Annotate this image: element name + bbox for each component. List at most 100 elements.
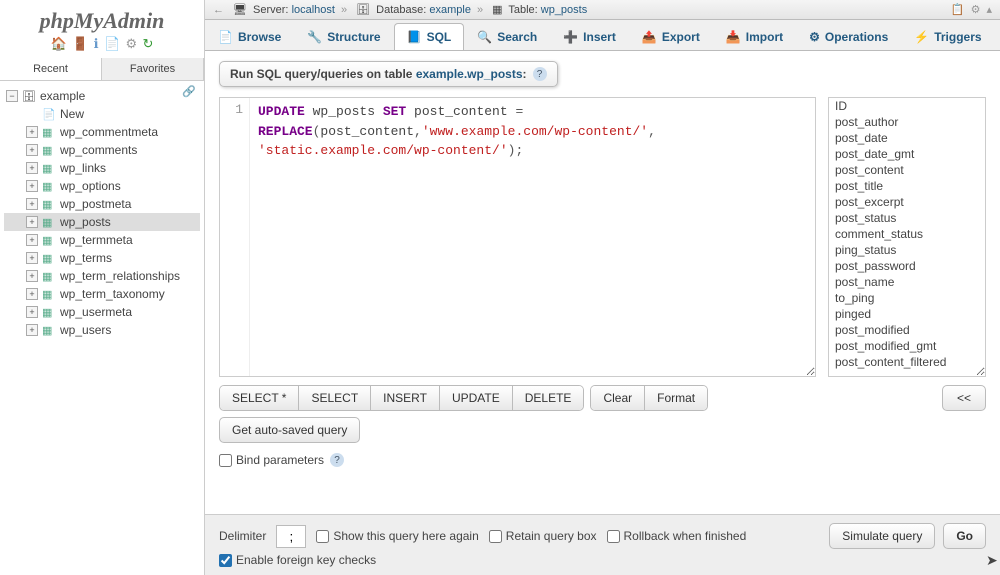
column-option[interactable]: post_content — [829, 162, 985, 178]
column-option[interactable]: post_password — [829, 258, 985, 274]
tab-operations[interactable]: ⚙Operations — [796, 23, 901, 50]
expand-icon[interactable]: + — [26, 126, 38, 138]
column-option[interactable]: post_content_filtered — [829, 354, 985, 370]
column-option[interactable]: post_date_gmt — [829, 146, 985, 162]
help-icon[interactable]: ? — [330, 453, 344, 467]
insert-button[interactable]: INSERT — [371, 386, 440, 410]
tab-sql[interactable]: 📘SQL — [394, 23, 465, 50]
tree-table-node[interactable]: +▦wp_links — [4, 159, 200, 177]
column-option[interactable]: post_excerpt — [829, 194, 985, 210]
tree-table-node[interactable]: +▦wp_terms — [4, 249, 200, 267]
tree-table-node[interactable]: +▦wp_termmeta — [4, 231, 200, 249]
settings-icon[interactable]: ⚙ — [125, 36, 137, 51]
column-option[interactable]: post_title — [829, 178, 985, 194]
collapse-button[interactable]: << — [942, 385, 986, 411]
column-option[interactable]: post_modified_gmt — [829, 338, 985, 354]
tab-favorites[interactable]: Favorites — [102, 58, 204, 80]
show-again-check[interactable]: Show this query here again — [316, 529, 478, 543]
simulate-button[interactable]: Simulate query — [829, 523, 935, 549]
column-option[interactable]: post_modified — [829, 322, 985, 338]
tree-table-node[interactable]: +▦wp_options — [4, 177, 200, 195]
tree-new-node[interactable]: 📄 New — [4, 105, 200, 123]
crumb-server[interactable]: 🖥 Server: localhost — [230, 3, 335, 16]
select--button[interactable]: SELECT * — [220, 386, 299, 410]
table-label: wp_users — [60, 323, 111, 337]
select-button[interactable]: SELECT — [299, 386, 371, 410]
nav-back-icon[interactable]: ← — [213, 4, 224, 16]
tree-table-node[interactable]: +▦wp_commentmeta — [4, 123, 200, 141]
tab-recent[interactable]: Recent — [0, 58, 102, 80]
column-option[interactable]: comment_status — [829, 226, 985, 242]
expand-icon[interactable]: + — [26, 270, 38, 282]
expand-icon[interactable]: + — [26, 180, 38, 192]
tree-table-node[interactable]: +▦wp_usermeta — [4, 303, 200, 321]
retain-check[interactable]: Retain query box — [489, 529, 597, 543]
tree-table-node[interactable]: +▦wp_users — [4, 321, 200, 339]
column-option[interactable]: post_date — [829, 130, 985, 146]
tab-insert[interactable]: ➕Insert — [550, 23, 629, 50]
crumb-table[interactable]: ▦ Table: wp_posts — [489, 3, 587, 16]
column-option[interactable]: post_author — [829, 114, 985, 130]
delete-button[interactable]: DELETE — [513, 386, 584, 410]
tab-import[interactable]: 📥Import — [713, 23, 796, 50]
fk-check[interactable]: Enable foreign key checks — [219, 553, 376, 567]
column-option[interactable]: pinged — [829, 306, 985, 322]
delimiter-input[interactable] — [276, 525, 306, 548]
tree-table-node[interactable]: +▦wp_term_relationships — [4, 267, 200, 285]
exit-icon[interactable]: 🚪 — [72, 36, 88, 51]
crumb-sep: » — [341, 4, 347, 16]
expand-icon[interactable]: + — [26, 252, 38, 264]
sql-editor[interactable]: 1 UPDATE wp_posts SET post_content = REP… — [219, 97, 816, 377]
expand-icon[interactable]: + — [26, 162, 38, 174]
table-icon: ▦ — [42, 252, 56, 265]
window-icon[interactable]: 📋 — [951, 3, 965, 16]
database-icon: 🗄 — [22, 90, 36, 103]
column-option[interactable]: to_ping — [829, 290, 985, 306]
tab-search[interactable]: 🔍Search — [464, 23, 550, 50]
expand-icon[interactable]: + — [26, 234, 38, 246]
expand-icon[interactable]: + — [26, 198, 38, 210]
bind-checkbox[interactable] — [219, 454, 232, 467]
expand-icon[interactable]: + — [26, 288, 38, 300]
go-button[interactable]: Go — [943, 523, 986, 549]
tab-export[interactable]: 📤Export — [629, 23, 713, 50]
bind-params-check[interactable]: Bind parameters — [219, 453, 324, 467]
tab-triggers[interactable]: ⚡Triggers — [901, 23, 994, 50]
tree-table-node[interactable]: +▦wp_posts — [4, 213, 200, 231]
tab-label: Export — [662, 30, 700, 44]
rollback-check[interactable]: Rollback when finished — [607, 529, 747, 543]
chevron-up-icon[interactable]: ▴ — [986, 3, 992, 16]
expand-icon[interactable]: + — [26, 324, 38, 336]
expand-icon[interactable]: + — [26, 306, 38, 318]
info-icon[interactable]: ℹ — [94, 36, 99, 51]
tab-structure[interactable]: 🔧Structure — [294, 23, 393, 50]
clear-button[interactable]: Clear — [591, 386, 645, 410]
tree-table-node[interactable]: +▦wp_term_taxonomy — [4, 285, 200, 303]
link-icon[interactable]: 🔗 — [182, 85, 196, 98]
delimiter-label: Delimiter — [219, 529, 266, 543]
tree-db-node[interactable]: − 🗄 example — [4, 87, 200, 105]
column-option[interactable]: post_name — [829, 274, 985, 290]
expand-icon[interactable]: + — [26, 216, 38, 228]
crumb-database[interactable]: 🗄 Database: example — [353, 3, 471, 16]
table-label: wp_options — [60, 179, 121, 193]
format-button[interactable]: Format — [645, 386, 707, 410]
collapse-icon[interactable]: − — [6, 90, 18, 102]
gear-icon[interactable]: ⚙ — [971, 3, 981, 16]
column-option[interactable]: ID — [829, 98, 985, 114]
column-list[interactable]: IDpost_authorpost_datepost_date_gmtpost_… — [828, 97, 986, 377]
docs-icon[interactable]: 📄 — [104, 36, 120, 51]
autosave-button[interactable]: Get auto-saved query — [219, 417, 360, 443]
sql-content: Run SQL query/queries on table example.w… — [205, 51, 1000, 514]
column-option[interactable]: ping_status — [829, 242, 985, 258]
update-button[interactable]: UPDATE — [440, 386, 513, 410]
home-icon[interactable]: 🏠 — [51, 36, 67, 51]
tree-table-node[interactable]: +▦wp_postmeta — [4, 195, 200, 213]
tab-browse[interactable]: 📄Browse — [205, 23, 294, 50]
table-link[interactable]: example.wp_posts — [416, 67, 523, 81]
tree-table-node[interactable]: +▦wp_comments — [4, 141, 200, 159]
column-option[interactable]: post_status — [829, 210, 985, 226]
expand-icon[interactable]: + — [26, 144, 38, 156]
help-icon[interactable]: ? — [533, 67, 547, 81]
reload-icon[interactable]: ↻ — [142, 36, 153, 51]
